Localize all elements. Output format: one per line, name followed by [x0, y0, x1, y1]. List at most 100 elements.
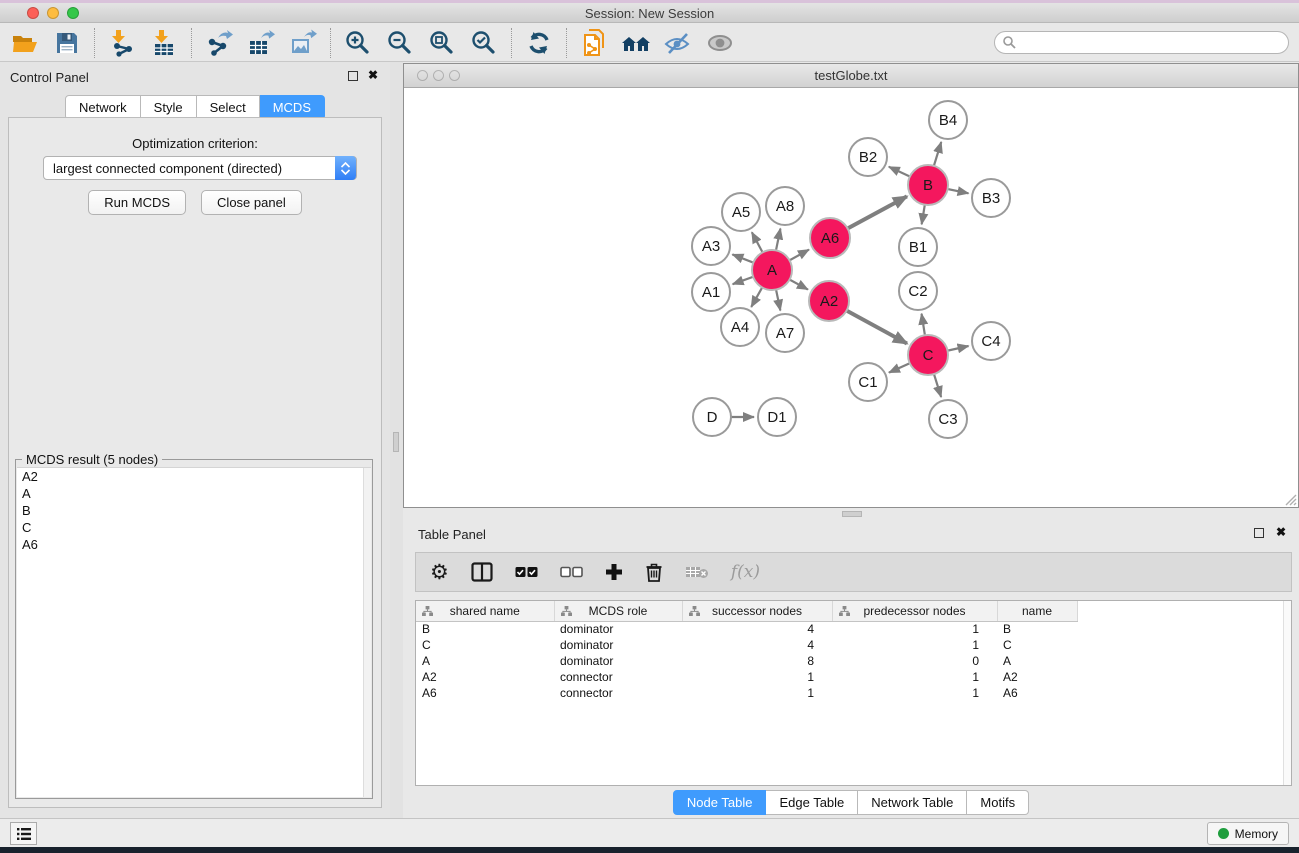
column-header-successor-nodes[interactable]: successor nodes — [682, 601, 832, 621]
show-all-button[interactable] — [703, 28, 737, 58]
graph-node-D[interactable]: D — [693, 398, 731, 436]
delete-selected-button[interactable] — [645, 557, 663, 587]
graph-node-A[interactable]: A — [752, 250, 792, 290]
toggle-panel-layout-button[interactable] — [471, 557, 493, 587]
new-network-from-selection-button[interactable] — [577, 28, 611, 58]
table-cell: 1 — [832, 621, 997, 637]
header-filler — [1077, 601, 1292, 621]
result-item[interactable]: C — [17, 519, 371, 536]
table-close-panel-icon[interactable]: ✖ — [1276, 525, 1286, 539]
column-header-predecessor-nodes[interactable]: predecessor nodes — [832, 601, 997, 621]
table-cell: 1 — [832, 685, 997, 701]
graph-node-C4[interactable]: C4 — [972, 322, 1010, 360]
tab-network-table[interactable]: Network Table — [858, 790, 967, 815]
open-session-button[interactable] — [8, 28, 42, 58]
import-network-button[interactable] — [105, 28, 139, 58]
table-row[interactable]: Cdominator41C — [416, 637, 1292, 653]
status-bar: Memory — [0, 818, 1299, 847]
table-row[interactable]: A2connector11A2 — [416, 669, 1292, 685]
zoom-in-icon — [344, 29, 372, 57]
network-window-titlebar[interactable]: testGlobe.txt — [404, 64, 1298, 88]
show-eye-icon — [705, 31, 735, 55]
table-cell: A6 — [997, 685, 1077, 701]
save-session-button[interactable] — [50, 28, 84, 58]
graph-node-A2[interactable]: A2 — [809, 281, 849, 321]
hide-selected-button[interactable] — [661, 28, 695, 58]
network-canvas[interactable]: B4 B2 B B3 A8A5 A6 B1 A3 A A1 C2 A2 A4A7 C4 C C1 C3 D D1 — [404, 88, 1298, 507]
result-item[interactable]: A — [17, 485, 371, 502]
column-header-name[interactable]: name — [997, 601, 1077, 621]
refresh-layout-button[interactable] — [522, 28, 556, 58]
zoom-fit-button[interactable] — [425, 28, 459, 58]
graph-node-D1[interactable]: D1 — [758, 398, 796, 436]
mcds-result-list[interactable]: A2ABCA6 — [17, 467, 371, 797]
first-neighbors-button[interactable] — [619, 28, 653, 58]
graph-node-B3[interactable]: B3 — [972, 179, 1010, 217]
zoom-selected-button[interactable] — [467, 28, 501, 58]
export-image-button[interactable] — [286, 28, 320, 58]
add-column-button[interactable] — [605, 557, 623, 587]
table-settings-button[interactable]: ⚙ — [430, 557, 449, 587]
graph-node-C1[interactable]: C1 — [849, 363, 887, 401]
save-floppy-icon — [54, 30, 80, 56]
graph-node-C3[interactable]: C3 — [929, 400, 967, 438]
result-list-scrollbar[interactable] — [363, 468, 371, 797]
criterion-select[interactable]: largest connected component (directed) — [43, 156, 357, 180]
export-network-button[interactable] — [202, 28, 236, 58]
graph-node-A1[interactable]: A1 — [692, 273, 730, 311]
resize-grip-icon[interactable] — [1283, 492, 1297, 506]
task-history-button[interactable] — [10, 822, 37, 845]
graph-node-A4[interactable]: A4 — [721, 308, 759, 346]
vertical-splitter[interactable] — [390, 62, 403, 818]
toolbar-separator — [330, 28, 331, 58]
table-float-panel-icon[interactable] — [1254, 528, 1264, 538]
import-table-button[interactable] — [147, 28, 181, 58]
toolbar-separator — [511, 28, 512, 58]
table-row[interactable]: Adominator80A — [416, 653, 1292, 669]
float-panel-icon[interactable] — [348, 71, 358, 81]
table-row[interactable]: A6connector11A6 — [416, 685, 1292, 701]
horizontal-splitter-handle[interactable] — [842, 511, 862, 517]
result-item[interactable]: B — [17, 502, 371, 519]
delete-table-button[interactable] — [685, 557, 709, 587]
function-builder-button[interactable]: f(x) — [731, 557, 760, 587]
tab-motifs[interactable]: Motifs — [967, 790, 1029, 815]
graph-node-A6[interactable]: A6 — [810, 218, 850, 258]
zoom-in-button[interactable] — [341, 28, 375, 58]
run-mcds-button[interactable]: Run MCDS — [88, 190, 186, 215]
memory-button[interactable]: Memory — [1207, 822, 1289, 845]
mcds-tab-content: Optimization criterion: largest connecte… — [8, 117, 382, 808]
result-item[interactable]: A2 — [17, 468, 371, 485]
zoom-out-button[interactable] — [383, 28, 417, 58]
graph-node-A5[interactable]: A5 — [722, 193, 760, 231]
graph-node-B2[interactable]: B2 — [849, 138, 887, 176]
toolbar-separator — [94, 28, 95, 58]
window-title: Session: New Session — [0, 6, 1299, 21]
tab-edge-table[interactable]: Edge Table — [766, 790, 858, 815]
network-graph[interactable]: B4 B2 B B3 A8A5 A6 B1 A3 A A1 C2 A2 A4A7 C4 C C1 C3 D D1 — [404, 88, 1298, 507]
select-all-button[interactable] — [515, 557, 538, 587]
result-item[interactable]: A6 — [17, 536, 371, 553]
graph-node-A7[interactable]: A7 — [766, 314, 804, 352]
tab-node-table[interactable]: Node Table — [673, 790, 767, 815]
graph-node-B4[interactable]: B4 — [929, 101, 967, 139]
table-scrollbar[interactable] — [1283, 601, 1291, 785]
graph-node-A8[interactable]: A8 — [766, 187, 804, 225]
zoom-selected-icon — [470, 29, 498, 57]
close-panel-icon[interactable]: ✖ — [368, 68, 378, 82]
table-cell-filler — [1077, 653, 1292, 669]
table-cell: 4 — [682, 637, 832, 653]
export-table-button[interactable] — [244, 28, 278, 58]
column-header-MCDS-role[interactable]: MCDS role — [554, 601, 682, 621]
column-header-shared-name[interactable]: shared name — [416, 601, 554, 621]
splitter-handle[interactable] — [393, 432, 399, 452]
graph-node-B[interactable]: B — [908, 165, 948, 205]
graph-node-B1[interactable]: B1 — [899, 228, 937, 266]
table-row[interactable]: Bdominator41B — [416, 621, 1292, 637]
graph-node-C2[interactable]: C2 — [899, 272, 937, 310]
close-panel-button[interactable]: Close panel — [201, 190, 302, 215]
deselect-all-button[interactable] — [560, 557, 583, 587]
graph-node-A3[interactable]: A3 — [692, 227, 730, 265]
search-input[interactable] — [994, 31, 1289, 54]
graph-node-C[interactable]: C — [908, 335, 948, 375]
